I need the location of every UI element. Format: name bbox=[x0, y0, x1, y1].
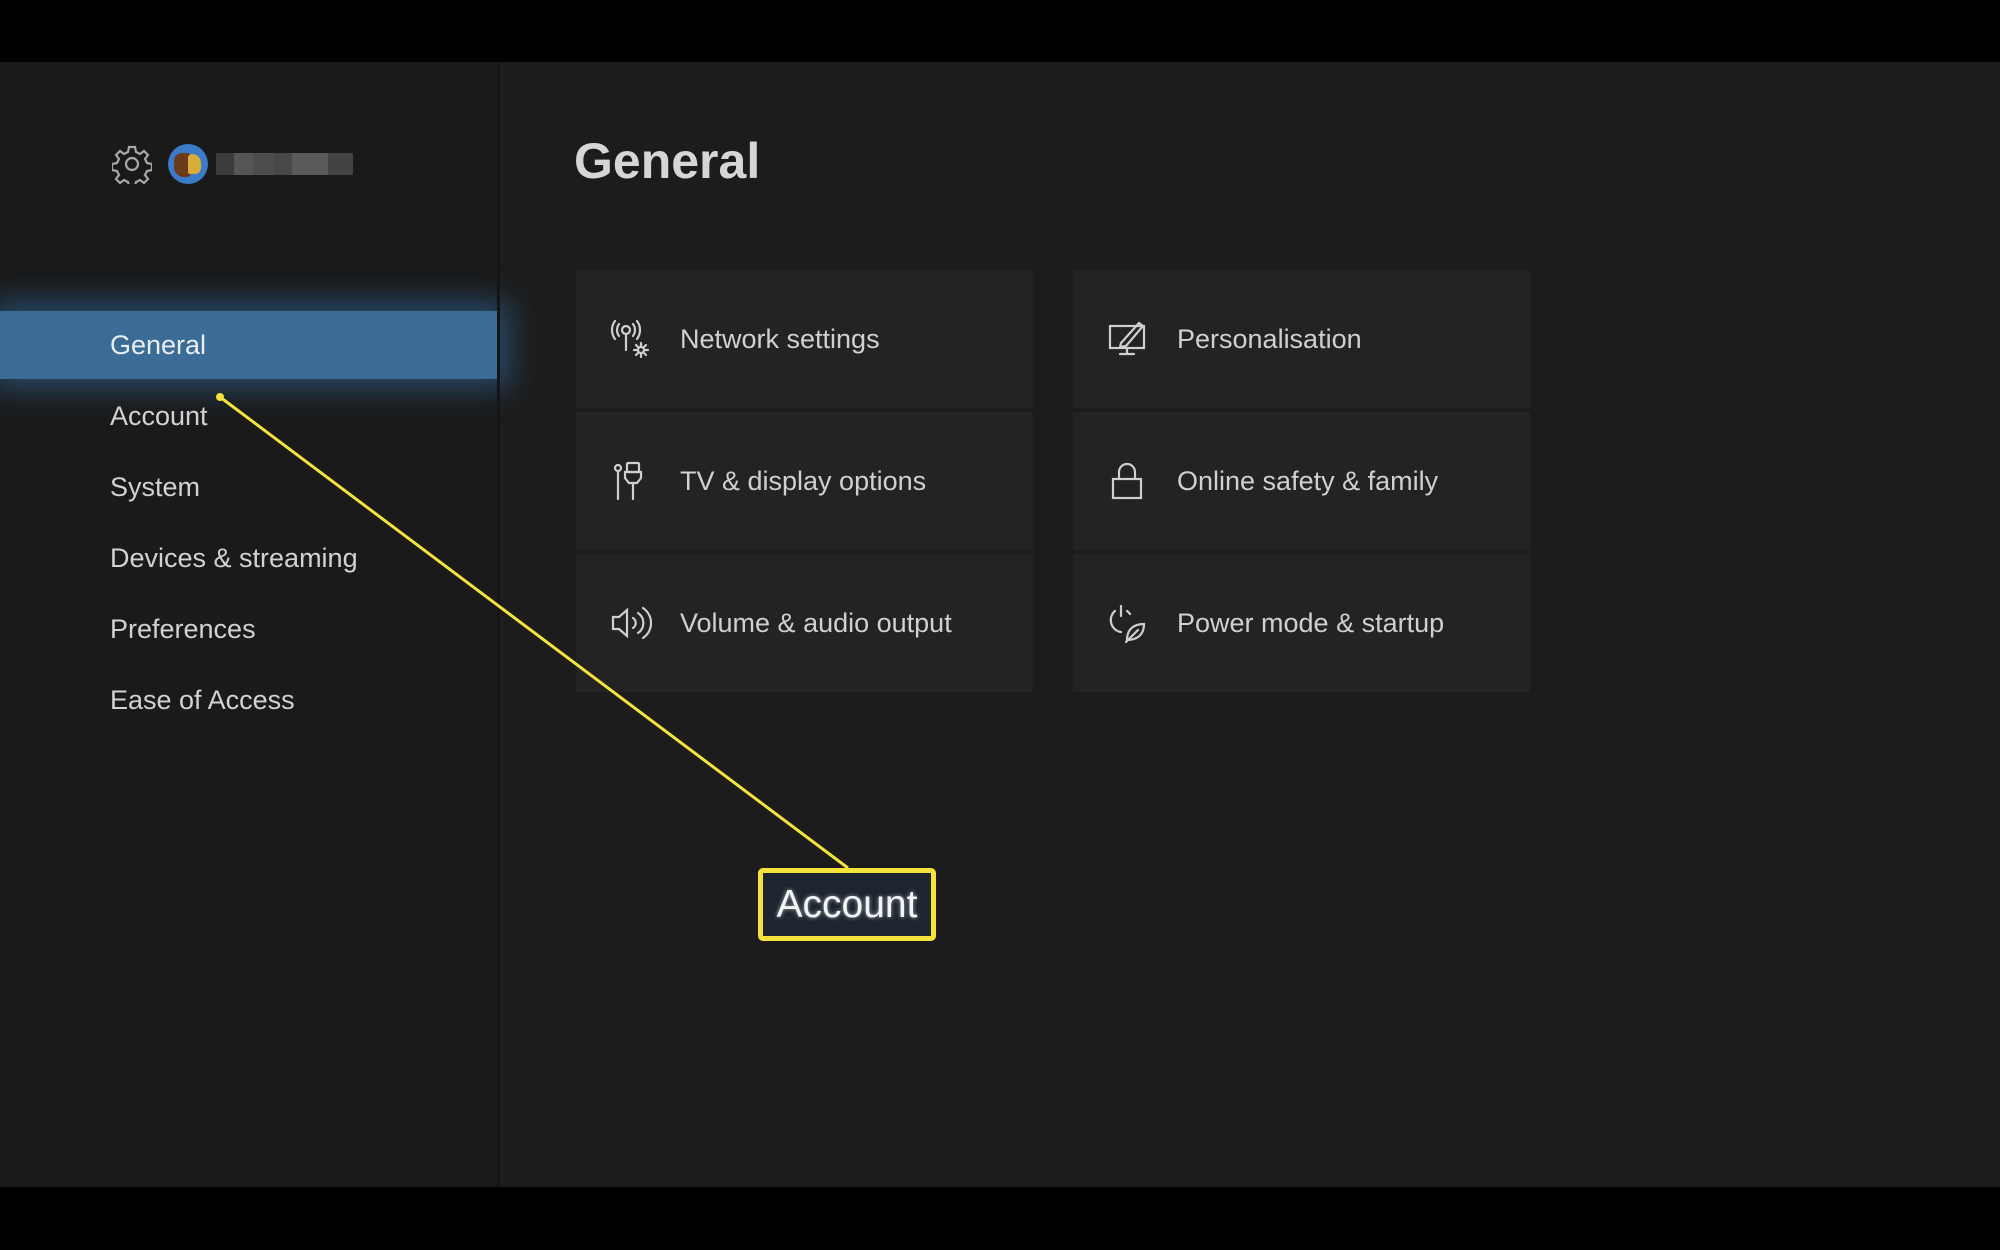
tile-online-safety-family[interactable]: Online safety & family bbox=[1073, 412, 1530, 550]
gamertag-blurred bbox=[216, 153, 353, 175]
sidebar-item-devices-streaming[interactable]: Devices & streaming bbox=[0, 524, 500, 592]
avatar[interactable] bbox=[168, 144, 208, 184]
page-title: General bbox=[574, 133, 761, 189]
sidebar-divider bbox=[497, 62, 500, 1187]
tile-label: Personalisation bbox=[1177, 323, 1362, 354]
sidebar-item-label: Ease of Access bbox=[110, 684, 295, 715]
avatar-face bbox=[188, 154, 201, 174]
tile-label: Power mode & startup bbox=[1177, 607, 1445, 638]
callout-text: Account bbox=[776, 882, 918, 926]
tv-display-icon bbox=[610, 460, 652, 502]
settings-screen: General Account System Devices & streami… bbox=[0, 62, 2000, 1187]
sidebar-item-account[interactable]: Account bbox=[0, 382, 500, 450]
sidebar-item-label: System bbox=[110, 471, 201, 502]
tile-label: Online safety & family bbox=[1177, 465, 1439, 496]
tile-tv-display-options[interactable]: TV & display options bbox=[576, 412, 1033, 550]
sidebar: General Account System Devices & streami… bbox=[0, 62, 500, 1187]
speaker-icon bbox=[610, 602, 652, 644]
callout-label-account: Account bbox=[758, 868, 936, 941]
lock-icon bbox=[1107, 460, 1149, 502]
tile-volume-audio-output[interactable]: Volume & audio output bbox=[576, 554, 1033, 692]
profile-header bbox=[112, 141, 353, 187]
sidebar-item-system[interactable]: System bbox=[0, 453, 500, 521]
tile-label: Volume & audio output bbox=[680, 607, 952, 638]
sidebar-item-preferences[interactable]: Preferences bbox=[0, 595, 500, 663]
tile-label: TV & display options bbox=[680, 465, 927, 496]
sidebar-item-general[interactable]: General bbox=[0, 311, 500, 379]
sidebar-item-label: Devices & streaming bbox=[110, 542, 358, 573]
network-settings-icon bbox=[610, 318, 652, 360]
sidebar-item-label: Preferences bbox=[110, 613, 256, 644]
tile-power-mode-startup[interactable]: Power mode & startup bbox=[1073, 554, 1530, 692]
sidebar-item-ease-of-access[interactable]: Ease of Access bbox=[0, 666, 500, 734]
tile-network-settings[interactable]: Network settings bbox=[576, 270, 1033, 408]
tile-personalisation[interactable]: Personalisation bbox=[1073, 270, 1530, 408]
personalisation-icon bbox=[1107, 318, 1149, 360]
sidebar-item-label: General bbox=[110, 329, 207, 360]
gear-icon bbox=[112, 144, 152, 184]
tile-label: Network settings bbox=[680, 323, 880, 354]
power-leaf-icon bbox=[1107, 602, 1149, 644]
sidebar-item-label: Account bbox=[110, 400, 208, 431]
